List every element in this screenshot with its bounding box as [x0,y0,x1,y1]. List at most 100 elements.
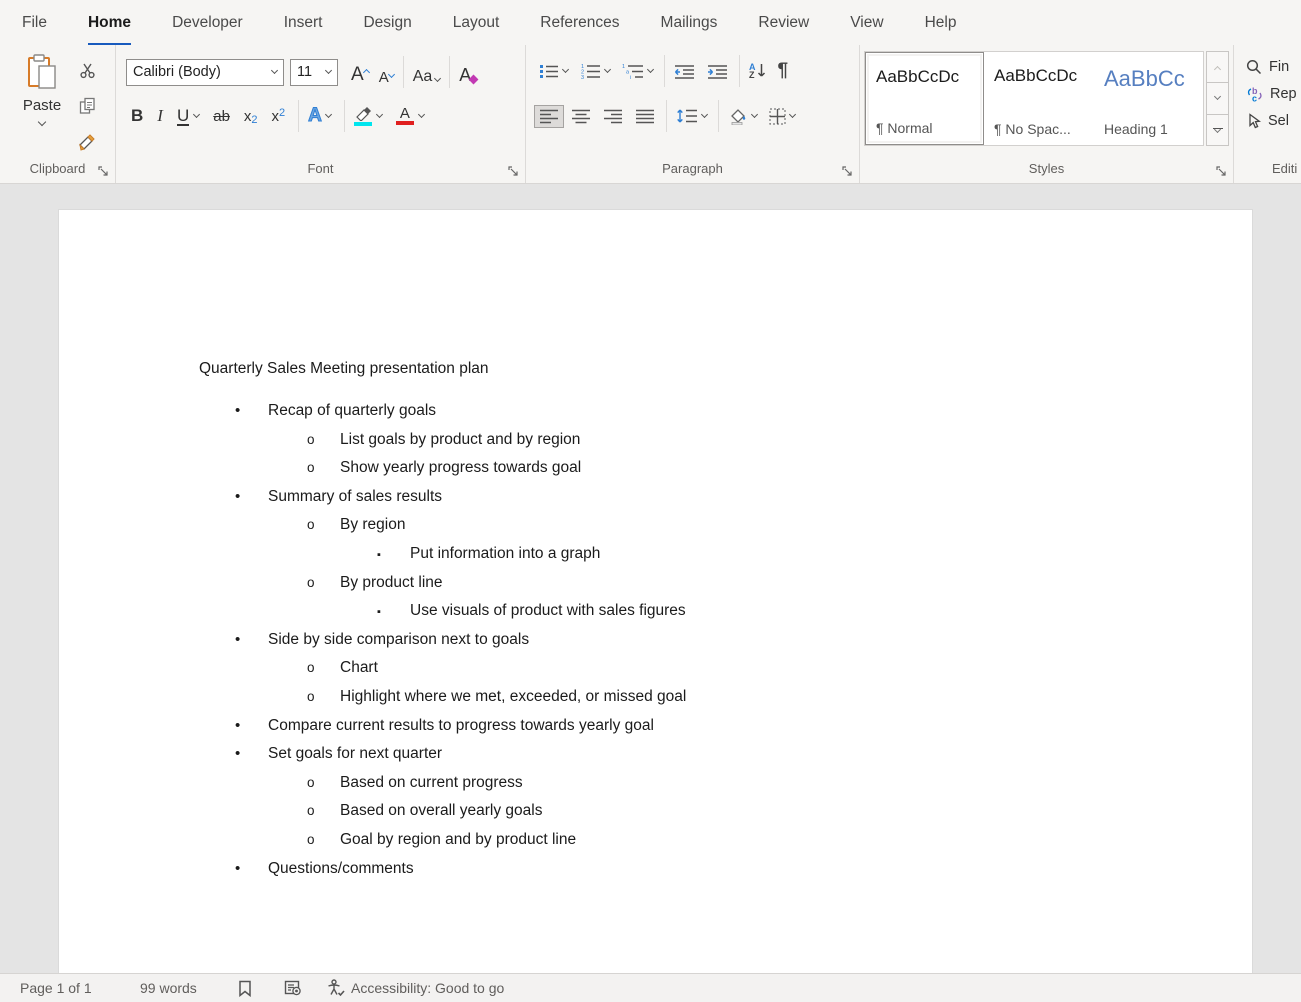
status-bar: Page 1 of 1 99 words Accessibility: Good… [0,973,1301,1002]
font-name-combobox[interactable]: Calibri (Body) [126,59,284,86]
align-left-icon [539,109,559,124]
align-right-icon [603,109,623,124]
list-bullet: • [235,483,240,512]
menu-tab-mailings[interactable]: Mailings [661,0,718,45]
cursor-arrow-icon [1246,113,1261,129]
copy-button[interactable] [74,93,100,119]
styles-scroll-up-button[interactable] [1206,51,1229,83]
svg-text:c: c [1252,94,1257,103]
styles-gallery-more-button[interactable] [1206,114,1229,146]
replace-button[interactable]: b c Rep [1246,86,1297,102]
paste-button[interactable]: Paste [16,53,68,153]
paste-clipboard-icon [25,53,59,91]
ribbon-group-clipboard: Paste [0,45,116,183]
clipboard-dialog-launcher[interactable] [96,164,110,178]
page-number-indicator[interactable]: Page 1 of 1 [20,980,140,996]
macro-icon [284,980,302,996]
clear-formatting-button[interactable]: A [454,58,476,86]
menu-tab-references[interactable]: References [540,0,619,45]
select-button[interactable]: Sel [1246,113,1297,129]
menu-tab-home[interactable]: Home [88,0,131,45]
menu-tab-review[interactable]: Review [758,0,809,45]
increase-indent-button[interactable] [702,60,733,83]
menu-tab-view[interactable]: View [850,0,883,45]
text-effects-button[interactable]: A [303,101,336,131]
format-painter-button[interactable] [74,129,100,155]
accessibility-checker-button[interactable]: Accessibility: Good to go [326,979,504,997]
font-size-combobox[interactable]: 11 [290,59,338,86]
list-bullet: o [307,797,315,826]
list-bullet: o [307,426,315,455]
line-spacing-button[interactable] [671,104,712,128]
font-dialog-launcher[interactable] [506,164,520,178]
menu-tab-design[interactable]: Design [363,0,411,45]
styles-scroll-down-button[interactable] [1206,82,1229,114]
style-no-spacing[interactable]: AaBbCcDc ¶ No Spac... [984,52,1094,145]
align-center-button[interactable] [566,105,596,128]
font-color-bar [396,121,414,125]
document-line: •Side by side comparison next to goals [59,626,1252,655]
align-left-button[interactable] [534,105,564,128]
document-line: oBy product line [59,569,1252,598]
macro-recording-button[interactable] [278,980,308,996]
strikethrough-button[interactable]: ab [208,101,235,131]
document-line: •Summary of sales results [59,483,1252,512]
paste-dropdown-chevron-icon[interactable] [38,118,46,126]
bold-button[interactable]: B [126,101,148,131]
cut-scissors-icon [79,62,96,79]
justify-icon [635,109,655,124]
list-bullet: o [307,826,315,855]
bullets-button[interactable] [534,60,573,83]
proofing-status-button[interactable] [230,980,260,997]
borders-button[interactable] [764,104,800,129]
font-group-label: Font [116,158,525,183]
list-item-text: Side by side comparison next to goals [268,631,529,648]
shrink-font-button[interactable]: A [374,58,399,86]
paragraph-dialog-launcher[interactable] [840,164,854,178]
sort-arrow-icon [757,63,766,79]
decrease-indent-button[interactable] [669,60,700,83]
menu-tab-file[interactable]: File [22,0,47,45]
document-line: •Compare current results to progress tow… [59,712,1252,741]
style-normal[interactable]: AaBbCcDc ¶ Normal [865,52,984,145]
word-count-indicator[interactable]: 99 words [140,980,230,996]
underline-button[interactable]: U [172,101,204,131]
menu-tab-layout[interactable]: Layout [453,0,500,45]
change-case-button[interactable]: Aa [408,58,446,86]
text-highlight-button[interactable] [349,101,387,131]
grow-font-button[interactable]: A [346,58,374,86]
subscript-button[interactable]: x2 [239,101,263,131]
document-line: oBased on overall yearly goals [59,797,1252,826]
cut-button[interactable] [74,57,100,83]
multilevel-list-button[interactable]: 1 a i [617,59,658,83]
align-right-button[interactable] [598,105,628,128]
copy-icon [79,97,96,115]
list-bullet: ▪ [377,541,381,570]
numbering-button[interactable]: 1 2 3 [575,59,615,83]
decrease-indent-icon [674,64,695,79]
format-painter-brush-icon [78,133,96,151]
menu-tab-developer[interactable]: Developer [172,0,243,45]
show-formatting-marks-button[interactable]: ¶ [773,56,794,86]
list-item-text: Recap of quarterly goals [268,402,436,419]
justify-button[interactable] [630,105,660,128]
font-color-button[interactable]: A [391,101,429,131]
shading-button[interactable] [723,104,762,129]
sort-button[interactable]: AZ [744,59,771,83]
italic-button[interactable]: I [152,101,168,131]
menu-tab-insert[interactable]: Insert [284,0,323,45]
accessibility-person-icon [326,979,345,997]
document-content: Quarterly Sales Meeting presentation pla… [59,210,1252,883]
highlight-color-bar [354,122,372,126]
paragraph-group-label: Paragraph [526,158,859,183]
style-heading-1[interactable]: AaBbCc Heading 1 [1094,52,1204,145]
list-item-text: Set goals for next quarter [268,745,442,762]
superscript-button[interactable]: x2 [267,101,291,131]
styles-dialog-launcher[interactable] [1214,164,1228,178]
list-item-text: Compare current results to progress towa… [268,717,654,734]
search-icon [1246,59,1262,75]
menu-tab-help[interactable]: Help [925,0,957,45]
find-button[interactable]: Fin [1246,59,1297,75]
document-page[interactable]: Quarterly Sales Meeting presentation pla… [58,209,1253,973]
list-bullet: o [307,683,315,712]
